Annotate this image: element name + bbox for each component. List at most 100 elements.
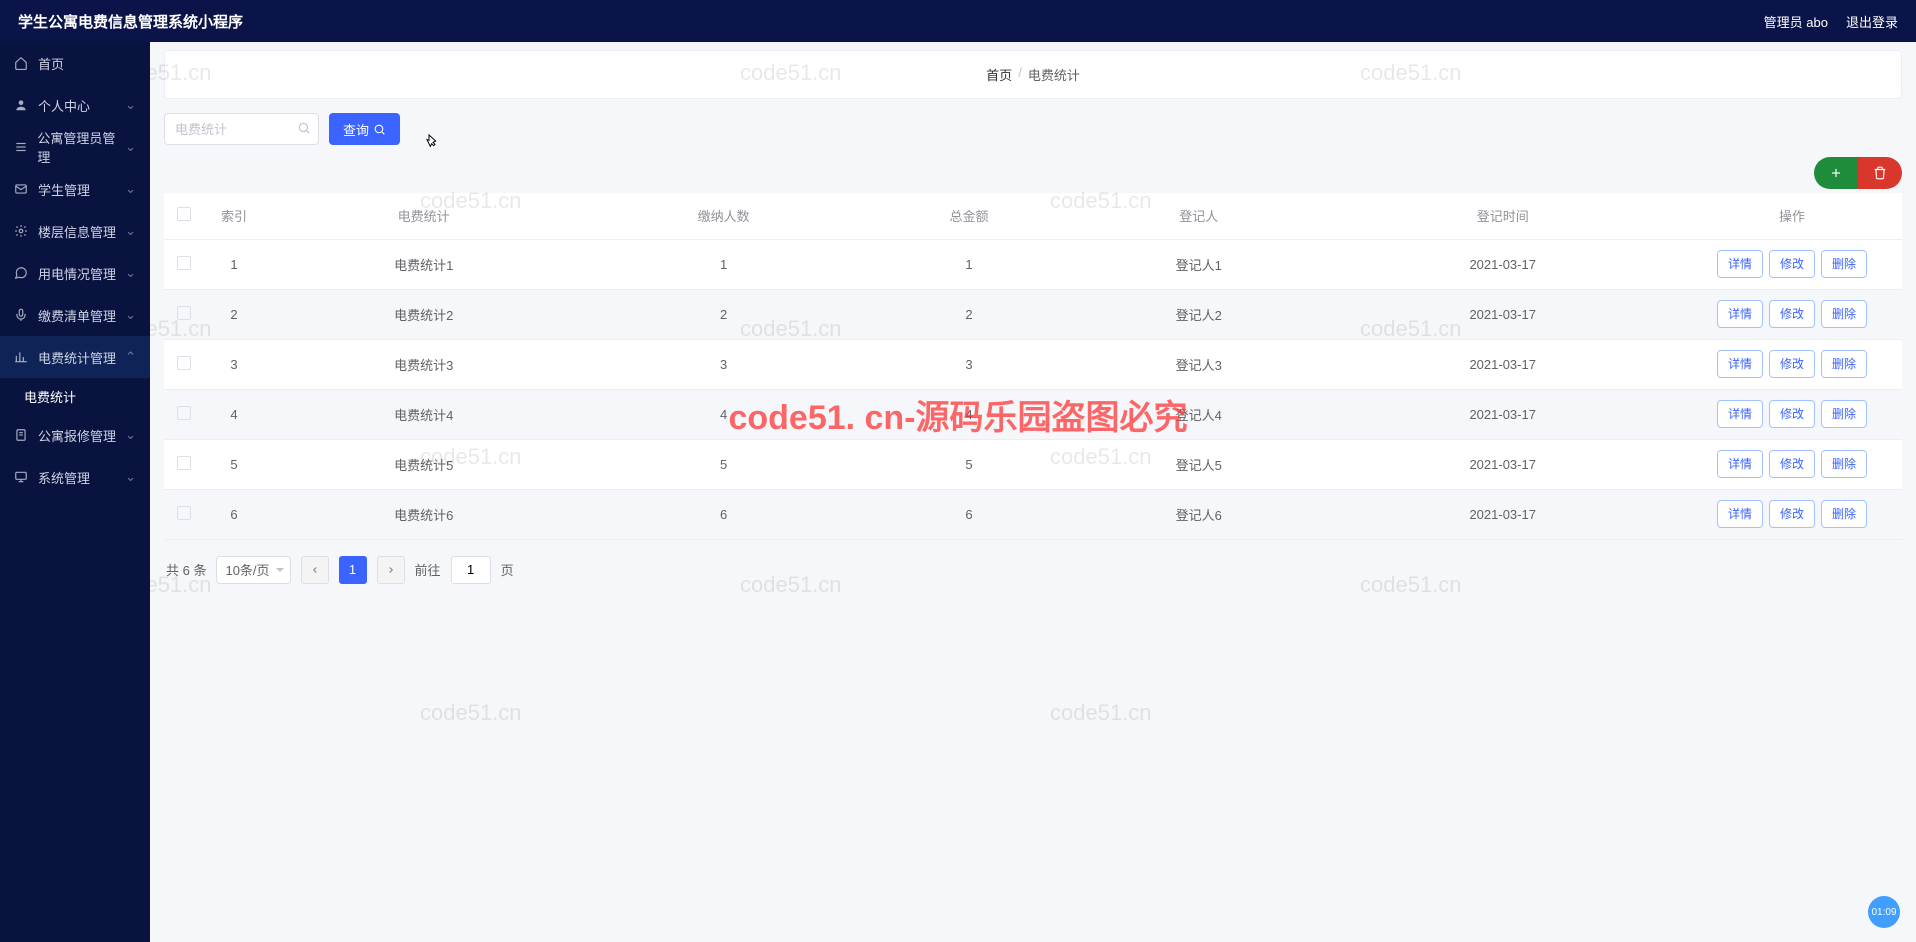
logout-link[interactable]: 退出登录 [1846,12,1898,31]
cell-reg: 登记人2 [1074,289,1323,339]
sidebar-item-stats[interactable]: 电费统计管理 ⌃ [0,336,150,378]
select-all-checkbox[interactable] [177,207,191,221]
cell-time: 2021-03-17 [1323,339,1682,389]
row-checkbox[interactable] [177,406,191,420]
col-stat: 电费统计 [264,193,583,239]
page-size-select[interactable]: 10条/页 [216,556,290,584]
table-row: 2电费统计222登记人22021-03-17详情修改删除 [164,289,1902,339]
cell-count: 3 [583,339,863,389]
home-icon [14,56,30,70]
cell-index: 2 [204,289,264,339]
sidebar-item-floor[interactable]: 楼层信息管理 ⌄ [0,210,150,252]
chevron-up-icon: ⌃ [125,349,136,365]
breadcrumb-home[interactable]: 首页 [986,65,1012,84]
monitor-icon [14,470,30,484]
edit-button[interactable]: 修改 [1769,450,1815,478]
cell-count: 1 [583,239,863,289]
plus-icon [1829,166,1843,180]
row-checkbox[interactable] [177,256,191,270]
breadcrumb-current: 电费统计 [1028,65,1080,84]
app-title: 学生公寓电费信息管理系统小程序 [18,11,1764,32]
row-checkbox[interactable] [177,456,191,470]
detail-button[interactable]: 详情 [1717,400,1763,428]
chevron-down-icon: ⌄ [125,181,136,197]
sidebar-item-profile[interactable]: 个人中心 ⌄ [0,84,150,126]
edit-button[interactable]: 修改 [1769,300,1815,328]
gear-icon [14,224,30,238]
cell-amount: 1 [864,239,1074,289]
sidebar-item-usage[interactable]: 用电情况管理 ⌄ [0,252,150,294]
delete-row-button[interactable]: 删除 [1821,300,1867,328]
cell-stat: 电费统计1 [264,239,583,289]
sidebar-item-repair[interactable]: 公寓报修管理 ⌄ [0,414,150,456]
table-row: 4电费统计444登记人42021-03-17详情修改删除 [164,389,1902,439]
search-button[interactable]: 查询 [329,113,400,145]
cell-amount: 5 [864,439,1074,489]
detail-button[interactable]: 详情 [1717,450,1763,478]
table-row: 3电费统计333登记人32021-03-17详情修改删除 [164,339,1902,389]
total-count: 共 6 条 [166,560,206,579]
col-amount: 总金额 [864,193,1074,239]
cell-stat: 电费统计5 [264,439,583,489]
topbar: 学生公寓电费信息管理系统小程序 管理员 abo 退出登录 [0,0,1916,42]
prev-page-button[interactable] [301,556,329,584]
goto-suffix: 页 [501,560,514,579]
row-checkbox[interactable] [177,356,191,370]
edit-button[interactable]: 修改 [1769,500,1815,528]
main-content: 首页 / 电费统计 查询 索引 电费统计 缴纳人数 总金额 [150,42,1916,942]
chevron-down-icon: ⌄ [125,139,136,155]
add-button[interactable] [1814,157,1858,189]
delete-button[interactable] [1858,157,1902,189]
breadcrumb: 首页 / 电费统计 [164,50,1902,99]
mail-icon [14,182,30,196]
delete-row-button[interactable]: 删除 [1821,250,1867,278]
detail-button[interactable]: 详情 [1717,250,1763,278]
detail-button[interactable]: 详情 [1717,500,1763,528]
cell-reg: 登记人6 [1074,489,1323,539]
edit-button[interactable]: 修改 [1769,350,1815,378]
table-row: 1电费统计111登记人12021-03-17详情修改删除 [164,239,1902,289]
cell-stat: 电费统计4 [264,389,583,439]
row-checkbox[interactable] [177,306,191,320]
admin-label[interactable]: 管理员 abo [1764,12,1828,31]
table-row: 5电费统计555登记人52021-03-17详情修改删除 [164,439,1902,489]
sidebar-sub-stats[interactable]: 电费统计 [0,378,150,414]
sidebar-item-label: 系统管理 [38,468,90,487]
next-page-button[interactable] [377,556,405,584]
cell-time: 2021-03-17 [1323,389,1682,439]
sidebar-item-label: 楼层信息管理 [38,222,116,241]
time-badge: 01:09 [1868,896,1900,928]
search-input[interactable] [164,113,319,145]
sidebar-item-home[interactable]: 首页 [0,42,150,84]
delete-row-button[interactable]: 删除 [1821,500,1867,528]
col-index: 索引 [204,193,264,239]
page-1-button[interactable]: 1 [339,556,367,584]
row-checkbox[interactable] [177,506,191,520]
sidebar-item-apt-admin[interactable]: 公寓管理员管理 ⌄ [0,126,150,168]
delete-row-button[interactable]: 删除 [1821,450,1867,478]
sidebar-item-student[interactable]: 学生管理 ⌄ [0,168,150,210]
chevron-down-icon: ⌄ [125,265,136,281]
cell-time: 2021-03-17 [1323,439,1682,489]
sidebar-item-payment[interactable]: 缴费清单管理 ⌄ [0,294,150,336]
edit-button[interactable]: 修改 [1769,250,1815,278]
search-button-label: 查询 [343,120,369,139]
chevron-left-icon [310,565,320,575]
col-time: 登记时间 [1323,193,1682,239]
chevron-down-icon: ⌄ [125,307,136,323]
delete-row-button[interactable]: 删除 [1821,400,1867,428]
chart-icon [14,350,30,364]
cell-stat: 电费统计2 [264,289,583,339]
edit-button[interactable]: 修改 [1769,400,1815,428]
detail-button[interactable]: 详情 [1717,300,1763,328]
detail-button[interactable]: 详情 [1717,350,1763,378]
goto-page-input[interactable] [451,556,491,584]
sidebar-item-system[interactable]: 系统管理 ⌄ [0,456,150,498]
delete-row-button[interactable]: 删除 [1821,350,1867,378]
cell-amount: 2 [864,289,1074,339]
breadcrumb-separator: / [1018,65,1022,84]
cell-amount: 6 [864,489,1074,539]
cell-time: 2021-03-17 [1323,289,1682,339]
sidebar-item-label: 缴费清单管理 [38,306,116,325]
list-icon [14,140,29,154]
